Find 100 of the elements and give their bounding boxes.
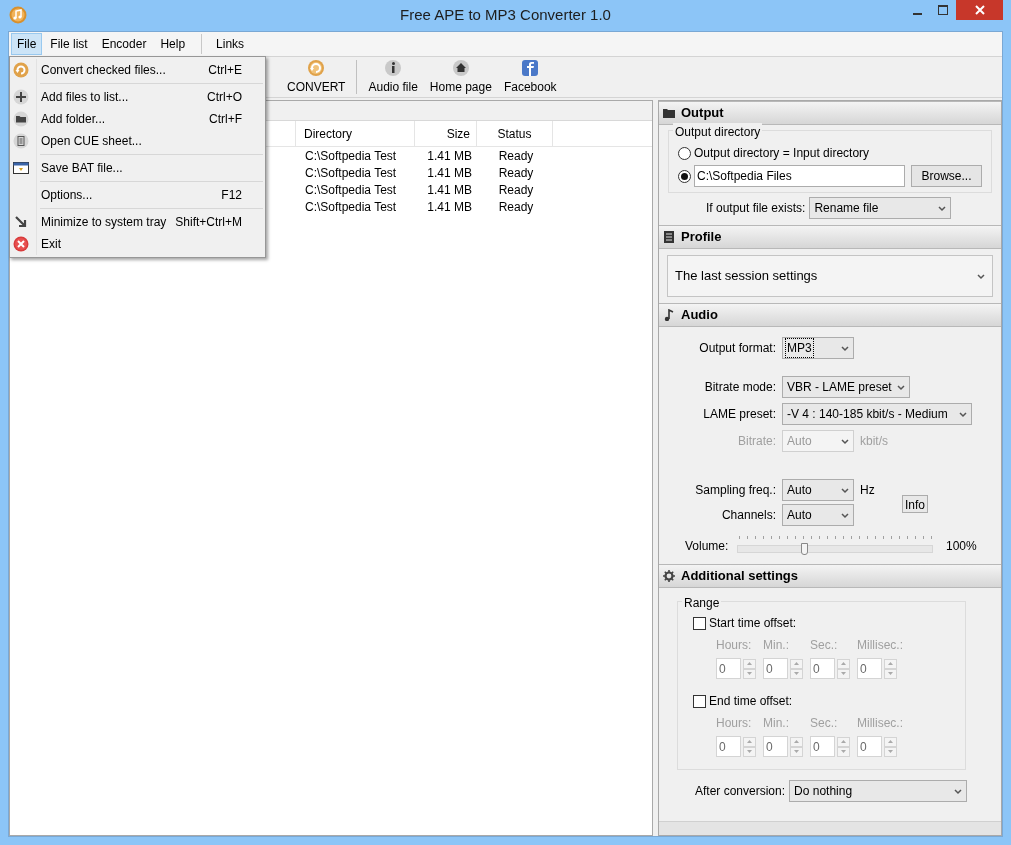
spin-down-button[interactable] bbox=[884, 668, 897, 679]
menu-item[interactable]: File list bbox=[44, 33, 94, 55]
spin-up-button[interactable] bbox=[884, 736, 897, 747]
dropdown[interactable]: Auto bbox=[782, 504, 854, 526]
toolbar-button[interactable]: Home page bbox=[423, 57, 498, 97]
group-label: Output directory bbox=[673, 123, 763, 141]
dropdown[interactable]: -V 4 : 140-185 kbit/s - Medium bbox=[782, 403, 972, 425]
dropdown[interactable]: MP3 bbox=[782, 337, 854, 359]
field-label: Min.: bbox=[763, 637, 790, 654]
facebook-icon bbox=[521, 58, 540, 77]
table-cell: Ready bbox=[498, 182, 534, 197]
menu-item[interactable]: Minimize to system tray Shift+Ctrl+M bbox=[10, 211, 265, 233]
table-cell: 1.41 MB bbox=[427, 148, 472, 163]
arrow-down-icon bbox=[841, 672, 846, 675]
menu-item[interactable]: Convert checked files... Ctrl+E bbox=[10, 59, 265, 81]
section-header[interactable]: Profile bbox=[659, 225, 1001, 249]
table-cell: C:\Softpedia Test bbox=[305, 199, 397, 214]
field-label: Output directory = Input directory bbox=[694, 145, 870, 162]
document-icon bbox=[663, 231, 675, 243]
browse-button[interactable]: Browse... bbox=[911, 165, 982, 187]
chevron-down-icon bbox=[937, 204, 948, 212]
plus-icon bbox=[13, 89, 29, 105]
gear-icon bbox=[663, 570, 675, 582]
spin-down-button[interactable] bbox=[790, 746, 803, 757]
table-cell: Ready bbox=[498, 148, 534, 163]
toolbar-button[interactable]: Facebook bbox=[497, 57, 563, 97]
menu-item[interactable]: Open CUE sheet... bbox=[10, 130, 265, 152]
chevron-down-icon bbox=[840, 511, 850, 519]
toolbar-button[interactable]: CONVERT bbox=[281, 57, 352, 97]
dropdown[interactable]: Auto bbox=[782, 479, 854, 501]
section-header[interactable]: Additional settings bbox=[659, 564, 1001, 588]
menu-item[interactable]: Exit bbox=[10, 233, 265, 255]
chevron-down-icon bbox=[840, 437, 850, 445]
window-icon bbox=[13, 160, 29, 176]
spin-up-button[interactable] bbox=[837, 736, 850, 747]
spin-down-button[interactable] bbox=[837, 668, 850, 679]
table-cell: C:\Softpedia Test bbox=[305, 182, 397, 197]
field-label: Channels: bbox=[720, 507, 776, 524]
section-header[interactable]: Audio bbox=[659, 303, 1001, 327]
profile-dropdown[interactable]: The last session settings bbox=[667, 255, 993, 297]
close-button[interactable] bbox=[956, 0, 1003, 20]
arrow-up-icon bbox=[841, 740, 846, 743]
menu-item[interactable]: Help bbox=[154, 33, 192, 55]
spin-up-button[interactable] bbox=[790, 736, 803, 747]
spin-up-button[interactable] bbox=[790, 658, 803, 669]
menu-item[interactable]: Add folder... Ctrl+F bbox=[10, 108, 265, 130]
menu-item[interactable]: File bbox=[11, 33, 43, 55]
arrow-up-icon bbox=[888, 740, 893, 743]
menu-item[interactable]: Save BAT file... bbox=[10, 157, 265, 179]
shortcut-label: Ctrl+E bbox=[208, 62, 242, 79]
table-cell: C:\Softpedia Test bbox=[305, 148, 397, 163]
arrow-down-right-icon bbox=[13, 214, 29, 230]
arrow-down-icon bbox=[841, 750, 846, 753]
music-note-icon bbox=[663, 309, 675, 321]
slider-thumb[interactable] bbox=[801, 543, 809, 555]
spin-down-button[interactable] bbox=[790, 668, 803, 679]
field-label: Volume: bbox=[685, 538, 730, 555]
arrow-up-icon bbox=[747, 662, 752, 665]
checkbox[interactable] bbox=[693, 694, 706, 708]
table-cell: 1.41 MB bbox=[427, 199, 472, 214]
folder-icon bbox=[13, 111, 29, 127]
spin-down-button[interactable] bbox=[743, 668, 756, 679]
close-icon bbox=[974, 5, 985, 15]
table-cell: Ready bbox=[498, 165, 534, 180]
dropdown[interactable]: Rename file bbox=[809, 197, 952, 219]
exit-icon bbox=[13, 236, 29, 252]
checkbox[interactable] bbox=[693, 616, 706, 630]
dropdown[interactable]: VBR - LAME preset bbox=[782, 376, 910, 398]
radio-button[interactable] bbox=[678, 146, 691, 160]
maximize-icon bbox=[938, 5, 948, 15]
field-label: Min.: bbox=[763, 715, 790, 732]
spin-up-button[interactable] bbox=[743, 736, 756, 747]
section-header[interactable]: Output bbox=[659, 101, 1001, 125]
column-header[interactable]: Size bbox=[446, 124, 470, 143]
spin-up-button[interactable] bbox=[743, 658, 756, 669]
menu-item[interactable]: Add files to list... Ctrl+O bbox=[10, 86, 265, 108]
column-header[interactable]: Directory bbox=[304, 124, 352, 143]
arrow-down-icon bbox=[747, 750, 752, 753]
minimize-icon bbox=[912, 13, 922, 15]
convert-icon bbox=[13, 62, 29, 78]
menu-item[interactable]: Encoder bbox=[95, 33, 153, 55]
arrow-up-icon bbox=[888, 662, 893, 665]
spin-up-button[interactable] bbox=[837, 658, 850, 669]
field-label: Output format: bbox=[698, 340, 776, 357]
spin-down-button[interactable] bbox=[743, 746, 756, 757]
path-field[interactable]: C:\Softpedia Files bbox=[694, 165, 905, 187]
volume-slider[interactable] bbox=[737, 536, 933, 556]
menu-item[interactable]: Options... F12 bbox=[10, 184, 265, 206]
toolbar-button[interactable]: Audio file bbox=[362, 57, 424, 97]
menu-item[interactable]: Links bbox=[210, 33, 251, 55]
spin-down-button[interactable] bbox=[837, 746, 850, 757]
field-label: Sampling freq.: bbox=[694, 482, 776, 499]
spin-up-button[interactable] bbox=[884, 658, 897, 669]
info-button[interactable]: Info bbox=[902, 495, 928, 513]
radio-button[interactable] bbox=[678, 169, 691, 183]
spin-down-button[interactable] bbox=[884, 746, 897, 757]
column-header[interactable]: Status bbox=[497, 124, 532, 143]
field-label: Bitrate: bbox=[737, 433, 776, 450]
folder-icon bbox=[663, 107, 675, 119]
dropdown[interactable]: Do nothing bbox=[789, 780, 968, 802]
